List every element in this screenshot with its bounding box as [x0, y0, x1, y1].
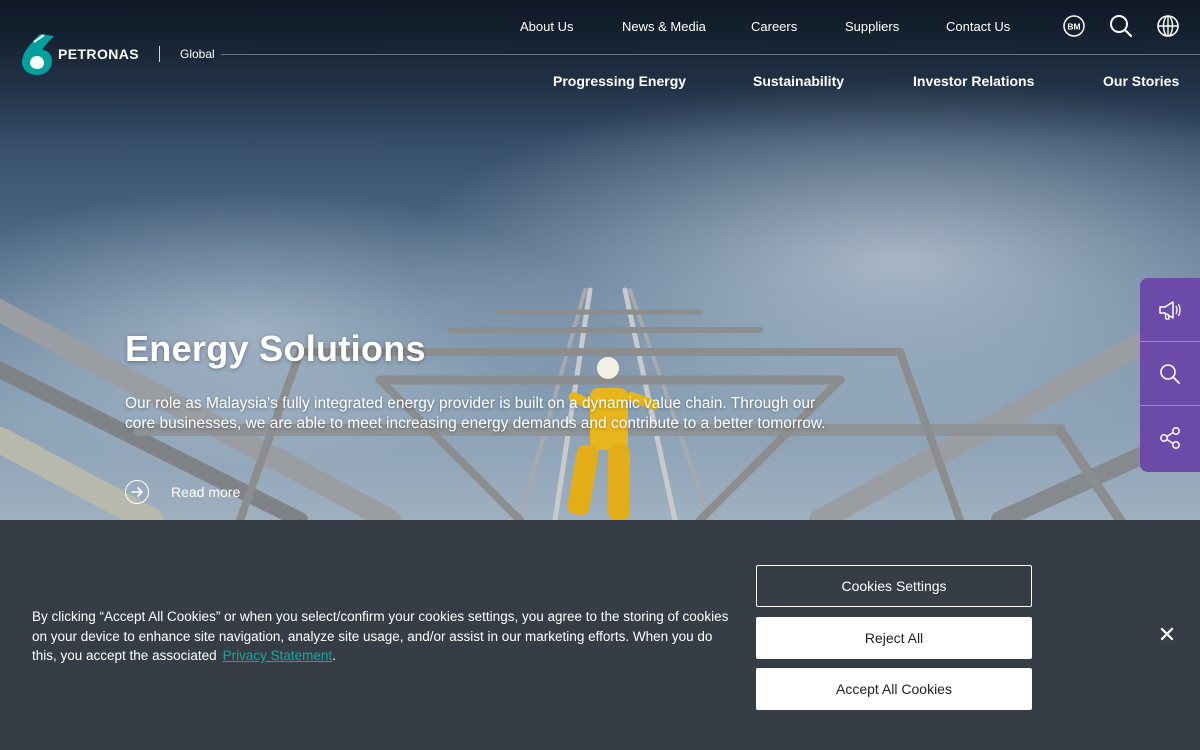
arrow-right-circle-icon	[125, 480, 149, 504]
rail-search-button[interactable]	[1140, 342, 1200, 406]
top-nav-careers[interactable]: Careers	[751, 19, 797, 34]
search-icon[interactable]	[1109, 14, 1133, 38]
cookie-consent-banner: By clicking “Accept All Cookies” or when…	[0, 520, 1200, 750]
header-divider	[221, 54, 1200, 55]
floating-side-rail	[1140, 278, 1200, 472]
top-nav-news-media[interactable]: News & Media	[622, 19, 706, 34]
top-nav-about-us[interactable]: About Us	[520, 19, 573, 34]
main-nav-sustainability[interactable]: Sustainability	[753, 73, 844, 89]
main-nav-investor-relations[interactable]: Investor Relations	[913, 73, 1034, 89]
cookie-consent-body: By clicking “Accept All Cookies” or when…	[32, 609, 729, 663]
brand-name: PETRONAS	[58, 46, 139, 62]
language-toggle-icon[interactable]: BM	[1062, 14, 1086, 38]
cookies-settings-button[interactable]: Cookies Settings	[756, 565, 1032, 607]
read-more-link[interactable]: Read more	[125, 480, 240, 504]
announcements-button[interactable]	[1140, 278, 1200, 342]
region-label[interactable]: Global	[180, 47, 215, 61]
main-nav-our-stories[interactable]: Our Stories	[1103, 73, 1179, 89]
globe-icon[interactable]	[1156, 14, 1180, 38]
megaphone-icon	[1159, 300, 1181, 320]
read-more-label: Read more	[171, 484, 241, 500]
reject-all-button[interactable]: Reject All	[756, 617, 1032, 659]
cookie-text-suffix: .	[332, 648, 336, 663]
privacy-statement-link[interactable]: Privacy Statement	[223, 648, 333, 663]
top-nav-suppliers[interactable]: Suppliers	[845, 19, 899, 34]
share-button[interactable]	[1140, 406, 1200, 470]
petronas-logo-icon	[22, 34, 54, 75]
search-icon	[1160, 363, 1180, 384]
petronas-logo[interactable]: PETRONAS Global	[20, 32, 215, 76]
logo-divider	[159, 46, 160, 62]
top-nav-contact-us[interactable]: Contact Us	[946, 19, 1010, 34]
accept-all-cookies-button[interactable]: Accept All Cookies	[756, 668, 1032, 710]
hero-title: Energy Solutions	[125, 328, 426, 369]
share-icon	[1160, 427, 1180, 449]
cookie-consent-text: By clicking “Accept All Cookies” or when…	[32, 607, 732, 666]
main-nav-progressing-energy[interactable]: Progressing Energy	[553, 73, 686, 89]
hero-description: Our role as Malaysia's fully integrated …	[125, 395, 826, 432]
language-badge-text: BM	[1067, 22, 1080, 32]
close-icon[interactable]: ✕	[1156, 622, 1178, 647]
